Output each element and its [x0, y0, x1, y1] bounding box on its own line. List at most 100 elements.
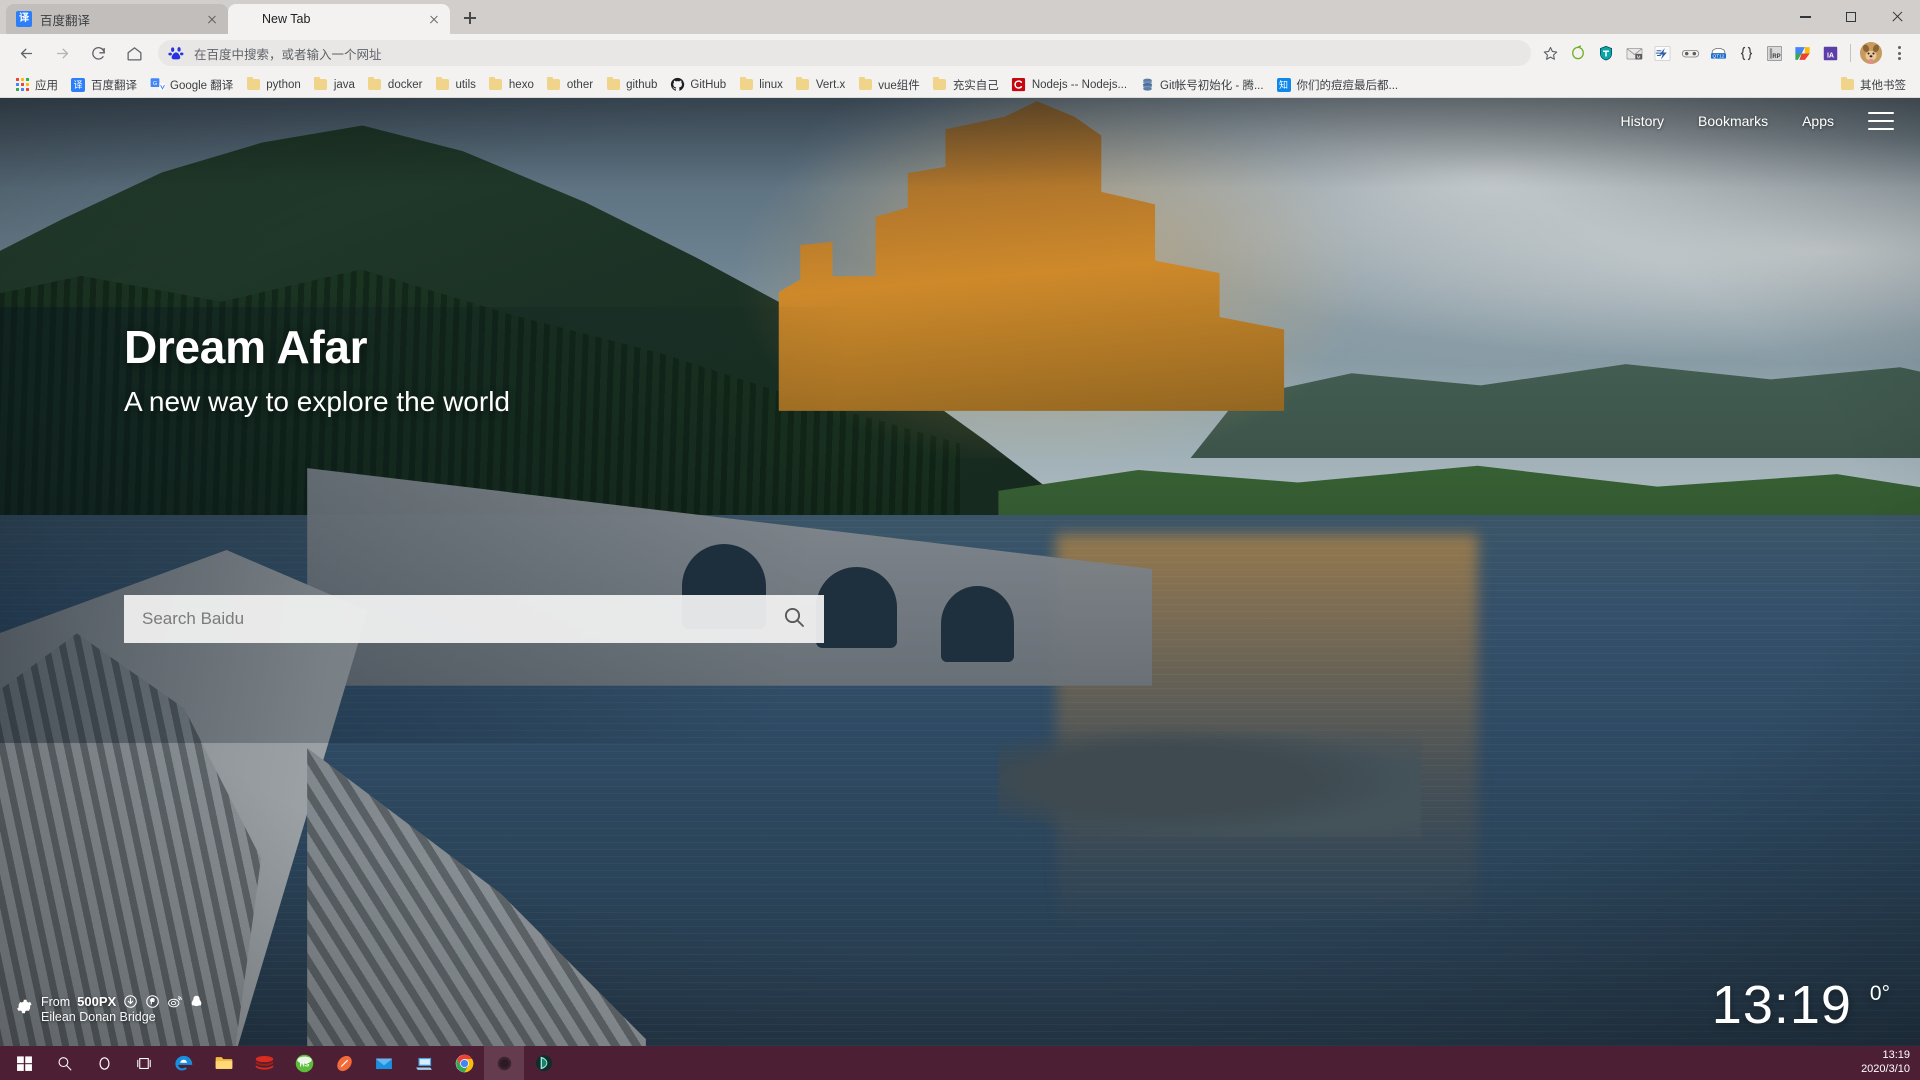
remote-desktop-icon[interactable]	[404, 1046, 444, 1080]
search-icon[interactable]	[782, 605, 806, 634]
mail-icon[interactable]	[364, 1046, 404, 1080]
bookmark-label: 其他书签	[1860, 79, 1906, 92]
ia-writer-icon[interactable]: IA	[1817, 40, 1843, 66]
baidu-fanyi-icon: 译	[70, 77, 86, 93]
bookmark-other[interactable]: other	[540, 74, 599, 96]
folder-icon	[245, 76, 261, 93]
svg-text:HS: HS	[299, 1061, 309, 1068]
folder-icon	[1839, 76, 1855, 93]
nav-link-apps[interactable]: Apps	[1802, 113, 1834, 129]
cortana-icon[interactable]	[84, 1046, 124, 1080]
search-box[interactable]	[124, 595, 824, 643]
windows-start-icon[interactable]	[4, 1046, 44, 1080]
baidu-fanyi-favicon-icon: 译	[16, 11, 32, 27]
qq-icon[interactable]	[189, 994, 204, 1009]
folder-icon	[738, 76, 754, 93]
photo-source: 500PX	[77, 994, 117, 1009]
bookmark-hexo[interactable]: hexo	[482, 74, 540, 96]
search-input[interactable]	[142, 609, 782, 629]
bookmark-nodejs-csdn[interactable]: Nodejs -- Nodejs...	[1005, 74, 1133, 96]
edge-icon[interactable]	[164, 1046, 204, 1080]
bookmark-label: Vert.x	[815, 78, 846, 91]
from-label: From	[41, 994, 71, 1009]
bookmark-github-folder[interactable]: github	[599, 74, 663, 96]
close-icon[interactable]	[426, 11, 442, 27]
weibo-icon[interactable]	[167, 994, 182, 1009]
rp-icon[interactable]: RP	[1761, 40, 1787, 66]
task-view-icon[interactable]	[124, 1046, 164, 1080]
bookmark-utils[interactable]: utils	[428, 74, 481, 96]
windows-taskbar: HS 13:19 2020/3/10	[0, 1046, 1920, 1080]
bookmark-vertx[interactable]: Vert.x	[789, 74, 851, 96]
folder-icon	[367, 76, 383, 93]
redis-icon[interactable]	[244, 1046, 284, 1080]
xunlei-icon[interactable]	[1649, 40, 1675, 66]
bookmark-python[interactable]: python	[239, 74, 307, 96]
folder-icon	[313, 76, 329, 93]
json-braces-icon[interactable]	[1733, 40, 1759, 66]
tab-favicon-placeholder	[238, 11, 254, 27]
tab-new-tab[interactable]: New Tab	[228, 4, 450, 34]
chrome-icon[interactable]	[444, 1046, 484, 1080]
bookmark-docker[interactable]: docker	[361, 74, 429, 96]
folder-icon	[546, 76, 562, 93]
maximize-button[interactable]	[1828, 0, 1874, 34]
window-controls	[1782, 0, 1920, 34]
download-icon[interactable]	[123, 994, 138, 1009]
bookmark-google-translate[interactable]: G Google 翻译	[143, 74, 239, 96]
folder-icon	[434, 76, 450, 93]
lemon-icon[interactable]	[1565, 40, 1591, 66]
mail-checker-icon[interactable]: M	[1621, 40, 1647, 66]
address-bar[interactable]: 在百度中搜索，或者输入一个网址	[158, 40, 1531, 66]
pinterest-icon[interactable]	[145, 994, 160, 1009]
nav-link-bookmarks[interactable]: Bookmarks	[1698, 113, 1768, 129]
minimize-button[interactable]	[1782, 0, 1828, 34]
bookmark-github[interactable]: GitHub	[663, 74, 732, 96]
forward-icon[interactable]	[48, 39, 76, 67]
home-icon[interactable]	[120, 39, 148, 67]
close-icon[interactable]	[204, 11, 220, 27]
qt12-icon[interactable]: QT12	[1705, 40, 1731, 66]
nav-link-history[interactable]: History	[1620, 113, 1664, 129]
close-window-button[interactable]	[1874, 0, 1920, 34]
tampermonkey-icon[interactable]	[1593, 40, 1619, 66]
toolbar-divider	[1850, 44, 1851, 62]
tab-baidu-fanyi[interactable]: 译 百度翻译	[6, 4, 228, 34]
navicat-icon[interactable]	[524, 1046, 564, 1080]
postman-icon[interactable]	[324, 1046, 364, 1080]
bookmark-label: python	[266, 78, 301, 91]
apps-grid-icon	[14, 77, 30, 93]
glasses-icon[interactable]	[1677, 40, 1703, 66]
taskbar-clock[interactable]: 13:19 2020/3/10	[1861, 1046, 1910, 1080]
bookmark-linux[interactable]: linux	[732, 74, 789, 96]
file-explorer-icon[interactable]	[204, 1046, 244, 1080]
reload-icon[interactable]	[84, 39, 112, 67]
bookmark-other-bookmarks[interactable]: 其他书签	[1833, 74, 1912, 96]
google-translate-icon: G	[149, 77, 165, 93]
gear-icon[interactable]	[14, 997, 33, 1016]
bookmark-java[interactable]: java	[307, 74, 361, 96]
hbuilder-icon[interactable]: HS	[284, 1046, 324, 1080]
bookmark-label: github	[626, 78, 658, 91]
tencent-cloud-icon	[1139, 77, 1155, 93]
new-tab-button[interactable]	[456, 4, 484, 32]
google-translate-icon[interactable]	[1789, 40, 1815, 66]
bookmark-self-improvement[interactable]: 充实自己	[926, 74, 1005, 96]
bookmark-vue-components[interactable]: vue组件	[851, 74, 926, 96]
hamburger-icon[interactable]	[1868, 112, 1894, 130]
bookmark-label: utils	[455, 78, 476, 91]
idea-icon[interactable]	[484, 1046, 524, 1080]
search-icon[interactable]	[44, 1046, 84, 1080]
bookmark-git-account-init[interactable]: Git帐号初始化 - 腾...	[1133, 74, 1270, 96]
avatar[interactable]	[1858, 40, 1884, 66]
bookmark-apps[interactable]: 应用	[8, 74, 64, 96]
back-icon[interactable]	[12, 39, 40, 67]
page-top-nav: History Bookmarks Apps	[1620, 112, 1894, 130]
hero-text-block: Dream Afar A new way to explore the worl…	[124, 320, 510, 418]
svg-text:M: M	[1636, 54, 1640, 59]
clock-widget: 13:19 0°	[1712, 978, 1890, 1032]
bookmark-zhihu-post[interactable]: 知 你们的痘痘最后都...	[1270, 74, 1405, 96]
chrome-menu-icon[interactable]	[1886, 42, 1912, 64]
bookmark-star-icon[interactable]	[1537, 40, 1563, 66]
bookmark-baidu-fanyi[interactable]: 译 百度翻译	[64, 74, 143, 96]
